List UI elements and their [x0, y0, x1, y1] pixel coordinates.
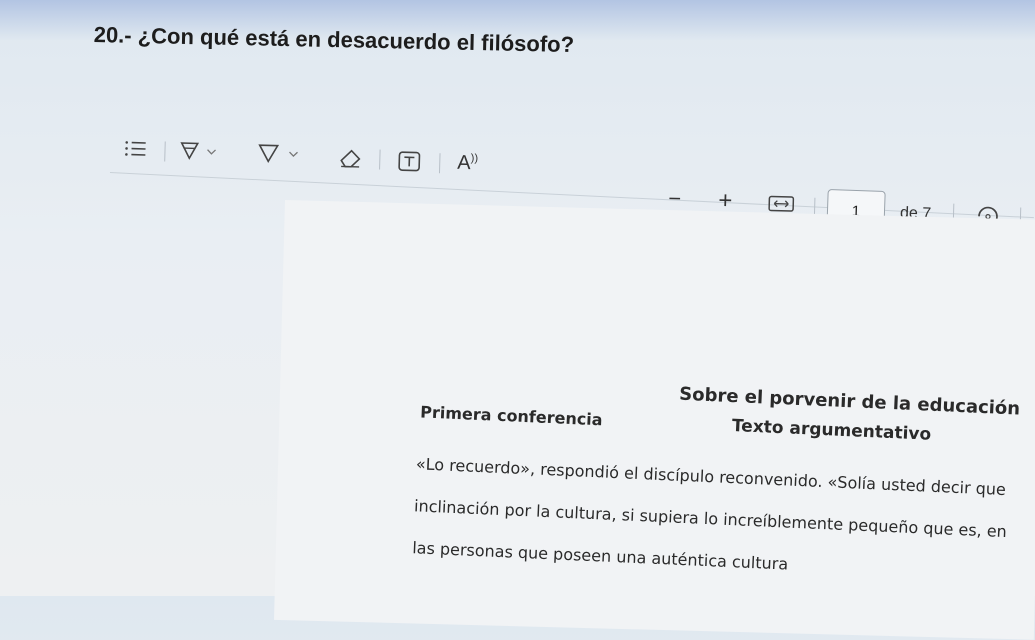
toolbar-separator [439, 153, 441, 173]
read-aloud-icon[interactable]: A)) [457, 152, 478, 176]
zoom-out-icon[interactable]: − [668, 186, 682, 212]
text-box-icon[interactable] [397, 150, 422, 178]
document-page [274, 200, 1035, 640]
draw-icon[interactable] [257, 142, 302, 170]
list-icon[interactable] [123, 138, 148, 164]
toolbar-separator [164, 142, 166, 162]
toolbar-separator [379, 150, 381, 170]
eraser-icon[interactable] [337, 146, 364, 174]
highlight-icon[interactable] [179, 140, 220, 168]
